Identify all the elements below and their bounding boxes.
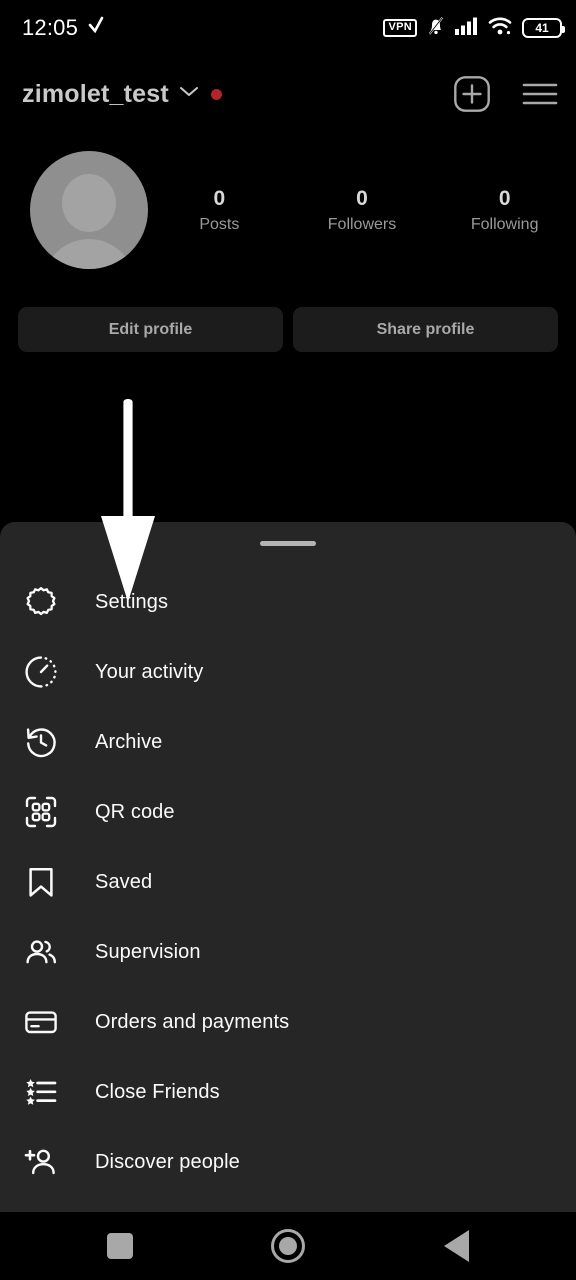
menu-item-settings[interactable]: Settings bbox=[0, 567, 576, 637]
menu-item-qr-code[interactable]: QR code bbox=[0, 777, 576, 847]
wifi-icon bbox=[488, 16, 513, 41]
plus-square-icon[interactable] bbox=[454, 76, 490, 112]
notifications-muted-icon bbox=[426, 15, 446, 42]
activity-clock-icon bbox=[18, 655, 64, 689]
stat-label: Followers bbox=[327, 216, 397, 234]
default-avatar-icon[interactable] bbox=[30, 151, 148, 269]
stat-following[interactable]: 0 Following bbox=[433, 186, 576, 234]
profile-summary: 0 Posts 0 Followers 0 Following bbox=[0, 145, 576, 275]
menu-item-saved[interactable]: Saved bbox=[0, 847, 576, 917]
menu-item-label: Discover people bbox=[95, 1150, 240, 1173]
circle-icon bbox=[271, 1229, 305, 1263]
stat-label: Posts bbox=[199, 216, 240, 234]
menu-item-label: Orders and payments bbox=[95, 1010, 290, 1033]
menu-item-label: Supervision bbox=[95, 940, 201, 963]
cellular-signal-icon bbox=[455, 16, 479, 41]
profile-actions: Edit profile Share profile bbox=[0, 307, 576, 352]
share-profile-button[interactable]: Share profile bbox=[293, 307, 558, 352]
status-bar-right: VPN 41 bbox=[383, 15, 565, 42]
bookmark-icon bbox=[18, 865, 64, 899]
home-button[interactable] bbox=[204, 1229, 372, 1263]
stat-followers[interactable]: 0 Followers bbox=[291, 186, 434, 234]
status-time: 12:05 bbox=[22, 15, 79, 40]
menu-item-orders-and-payments[interactable]: Orders and payments bbox=[0, 987, 576, 1057]
drag-handle[interactable] bbox=[260, 541, 316, 546]
android-navigation-bar bbox=[0, 1212, 576, 1280]
menu-item-discover-people[interactable]: Discover people bbox=[0, 1127, 576, 1197]
menu-item-label: Close Friends bbox=[95, 1080, 220, 1103]
menu-item-close-friends[interactable]: Close Friends bbox=[0, 1057, 576, 1127]
menu-item-your-activity[interactable]: Your activity bbox=[0, 637, 576, 707]
menu-item-supervision[interactable]: Supervision bbox=[0, 917, 576, 987]
menu-item-label: QR code bbox=[95, 800, 175, 823]
battery-icon: 41 bbox=[522, 18, 565, 38]
triangle-left-icon bbox=[443, 1230, 469, 1262]
menu-item-label: Your activity bbox=[95, 660, 204, 683]
stat-value: 0 bbox=[213, 186, 226, 210]
person-add-icon bbox=[18, 1145, 64, 1179]
square-icon bbox=[107, 1233, 133, 1259]
app-header: zimolet_test bbox=[0, 56, 576, 132]
checkmark-icon bbox=[88, 16, 104, 41]
status-bar-left: 12:05 bbox=[22, 15, 104, 41]
stat-posts[interactable]: 0 Posts bbox=[148, 186, 291, 234]
people-icon bbox=[18, 935, 64, 969]
credit-card-icon bbox=[18, 1005, 64, 1039]
recents-button[interactable] bbox=[36, 1233, 204, 1259]
phone-screen: 12:05 VPN 41 zimolet_test 0 Posts 0 Foll… bbox=[0, 0, 576, 1280]
options-bottom-sheet: Settings Your activity Archive QR code S… bbox=[0, 522, 576, 1212]
profile-stats: 0 Posts 0 Followers 0 Following bbox=[148, 186, 576, 234]
vpn-icon: VPN bbox=[383, 19, 417, 37]
menu-item-archive[interactable]: Archive bbox=[0, 707, 576, 777]
edit-profile-button[interactable]: Edit profile bbox=[18, 307, 283, 352]
avatar-head bbox=[62, 174, 116, 232]
stat-value: 0 bbox=[356, 186, 368, 210]
status-bar: 12:05 VPN 41 bbox=[0, 0, 576, 56]
star-list-icon bbox=[18, 1075, 64, 1109]
stat-label: Following bbox=[470, 216, 539, 234]
gear-icon bbox=[18, 585, 64, 619]
down-arrow-pointer bbox=[96, 392, 160, 613]
menu-item-label: Saved bbox=[95, 870, 153, 893]
archive-clock-rewind-icon bbox=[18, 725, 64, 759]
avatar-body bbox=[43, 239, 135, 269]
back-button[interactable] bbox=[372, 1230, 540, 1262]
chevron-down-icon[interactable] bbox=[179, 85, 199, 103]
sheet-menu-list: Settings Your activity Archive QR code S… bbox=[0, 567, 576, 1197]
qr-code-icon bbox=[18, 795, 64, 829]
menu-item-label: Archive bbox=[95, 730, 163, 753]
account-username[interactable]: zimolet_test bbox=[22, 80, 169, 109]
unread-badge-dot bbox=[210, 88, 222, 100]
stat-value: 0 bbox=[498, 186, 511, 210]
hamburger-menu-icon[interactable] bbox=[522, 79, 558, 109]
